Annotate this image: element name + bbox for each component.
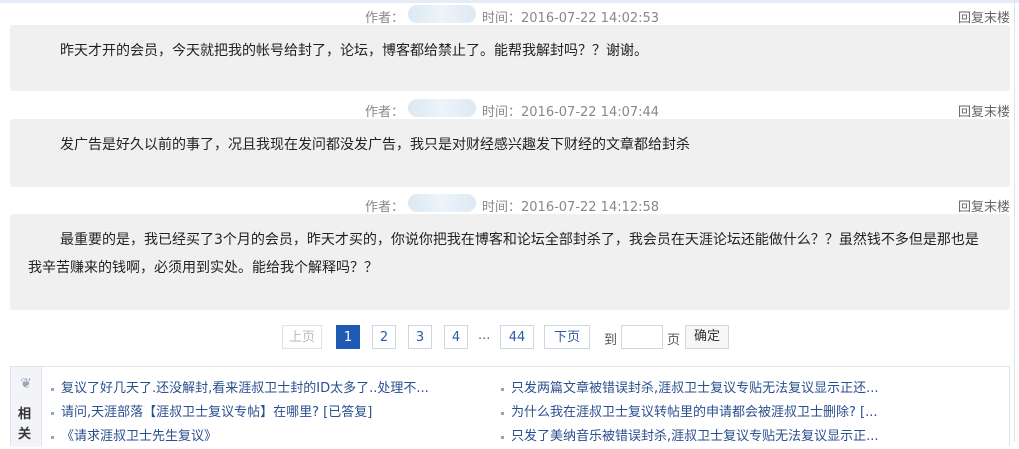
goto-label: 到 [604, 333, 618, 348]
prev-page-button[interactable]: 上页 [282, 325, 322, 349]
related-link[interactable]: 《请求涯叔卫士先生复议》 [49, 425, 489, 449]
post-time: 时间：2016-07-22 14:07:44 [482, 105, 660, 120]
related-link[interactable]: 复议了好几天了.还没解封,看来涯叔卫士封的ID太多了..处理不... [49, 377, 489, 401]
reply-last-floor-link[interactable]: 回复末楼 [958, 7, 1010, 26]
page-1-button[interactable]: 1 [336, 325, 360, 349]
confirm-goto-button[interactable]: 确定 [685, 325, 729, 349]
author-label: 作者： [365, 11, 405, 26]
related-sidebar: ❦ 相 关 [11, 367, 42, 447]
related-link[interactable]: 只发两篇文章被错误封杀,涯叔卫士复议专贴无法复议显示正还... [499, 377, 919, 401]
author-label: 作者： [365, 200, 405, 215]
post-body: 发广告是好久以前的事了，况且我现在发问都没发广告，我只是对财经感兴趣发下财经的文… [10, 119, 1010, 187]
right-border [1014, 0, 1015, 442]
related-right-column: 只发两篇文章被错误封杀,涯叔卫士复议专贴无法复议显示正还... 为什么我在涯叔卫… [499, 377, 919, 449]
page-ellipsis: ... [478, 328, 491, 343]
post-3: 作者： 时间：2016-07-22 14:12:58 回复末楼 最重要的是，我已… [10, 192, 1010, 310]
related-posts-panel: ❦ 相 关 复议了好几天了.还没解封,看来涯叔卫士封的ID太多了..处理不...… [10, 366, 1010, 449]
related-title-char: 相 [18, 407, 32, 422]
post-time: 时间：2016-07-22 14:02:53 [482, 11, 660, 26]
post-body: 昨天才开的会员，今天就把我的帐号给封了，论坛，博客都给禁止了。能帮我解封吗？？谢… [10, 25, 1010, 91]
related-link[interactable]: 只发了美纳音乐被错误封杀,涯叔卫士复议专贴无法复议显示正... [499, 425, 919, 449]
page-3-button[interactable]: 3 [408, 325, 432, 349]
author-name-redacted [408, 99, 476, 117]
post-paragraph: 最重要的是，我已经买了3个月的会员，昨天才买的，你说你把我在博客和论坛全部封杀了… [28, 232, 979, 276]
author-label: 作者： [365, 105, 405, 120]
reply-last-floor-link[interactable]: 回复末楼 [958, 196, 1010, 215]
author-name-redacted [408, 5, 476, 23]
post-2: 作者： 时间：2016-07-22 14:07:44 回复末楼 发广告是好久以前… [10, 97, 1010, 187]
related-link[interactable]: 为什么我在涯叔卫士复议转帖里的申请都会被涯叔卫士删除? [... [499, 401, 919, 425]
page-44-button[interactable]: 44 [500, 325, 534, 349]
post-1: 作者： 时间：2016-07-22 14:02:53 回复末楼 昨天才开的会员，… [10, 3, 1010, 91]
related-link[interactable]: 请问,天涯部落【涯叔卫士复议专帖】在哪里? [已答复] [49, 401, 489, 425]
post-paragraph: 昨天才开的会员，今天就把我的帐号给封了，论坛，博客都给禁止了。能帮我解封吗？？谢… [60, 43, 648, 59]
page-2-button[interactable]: 2 [372, 325, 396, 349]
next-page-button[interactable]: 下页 [544, 325, 590, 349]
post-body: 最重要的是，我已经买了3个月的会员，昨天才买的，你说你把我在博客和论坛全部封杀了… [10, 214, 1010, 310]
page-unit-label: 页 [667, 333, 681, 348]
page-4-button[interactable]: 4 [444, 325, 468, 349]
post-meta: 作者： 时间：2016-07-22 14:12:58 回复末楼 [10, 192, 1010, 215]
post-meta: 作者： 时间：2016-07-22 14:02:53 回复末楼 [10, 3, 1010, 26]
related-left-column: 复议了好几天了.还没解封,看来涯叔卫士封的ID太多了..处理不... 请问,天涯… [49, 377, 489, 449]
author-name-redacted [408, 194, 476, 212]
post-meta: 作者： 时间：2016-07-22 14:07:44 回复末楼 [10, 97, 1010, 120]
post-paragraph: 发广告是好久以前的事了，况且我现在发问都没发广告，我只是对财经感兴趣发下财经的文… [60, 137, 690, 153]
post-time: 时间：2016-07-22 14:12:58 [482, 200, 660, 215]
page-number-input[interactable] [621, 325, 663, 349]
reply-last-floor-link[interactable]: 回复末楼 [958, 101, 1010, 120]
related-title-char: 关 [18, 427, 32, 442]
feather-icon: ❦ [20, 376, 32, 392]
